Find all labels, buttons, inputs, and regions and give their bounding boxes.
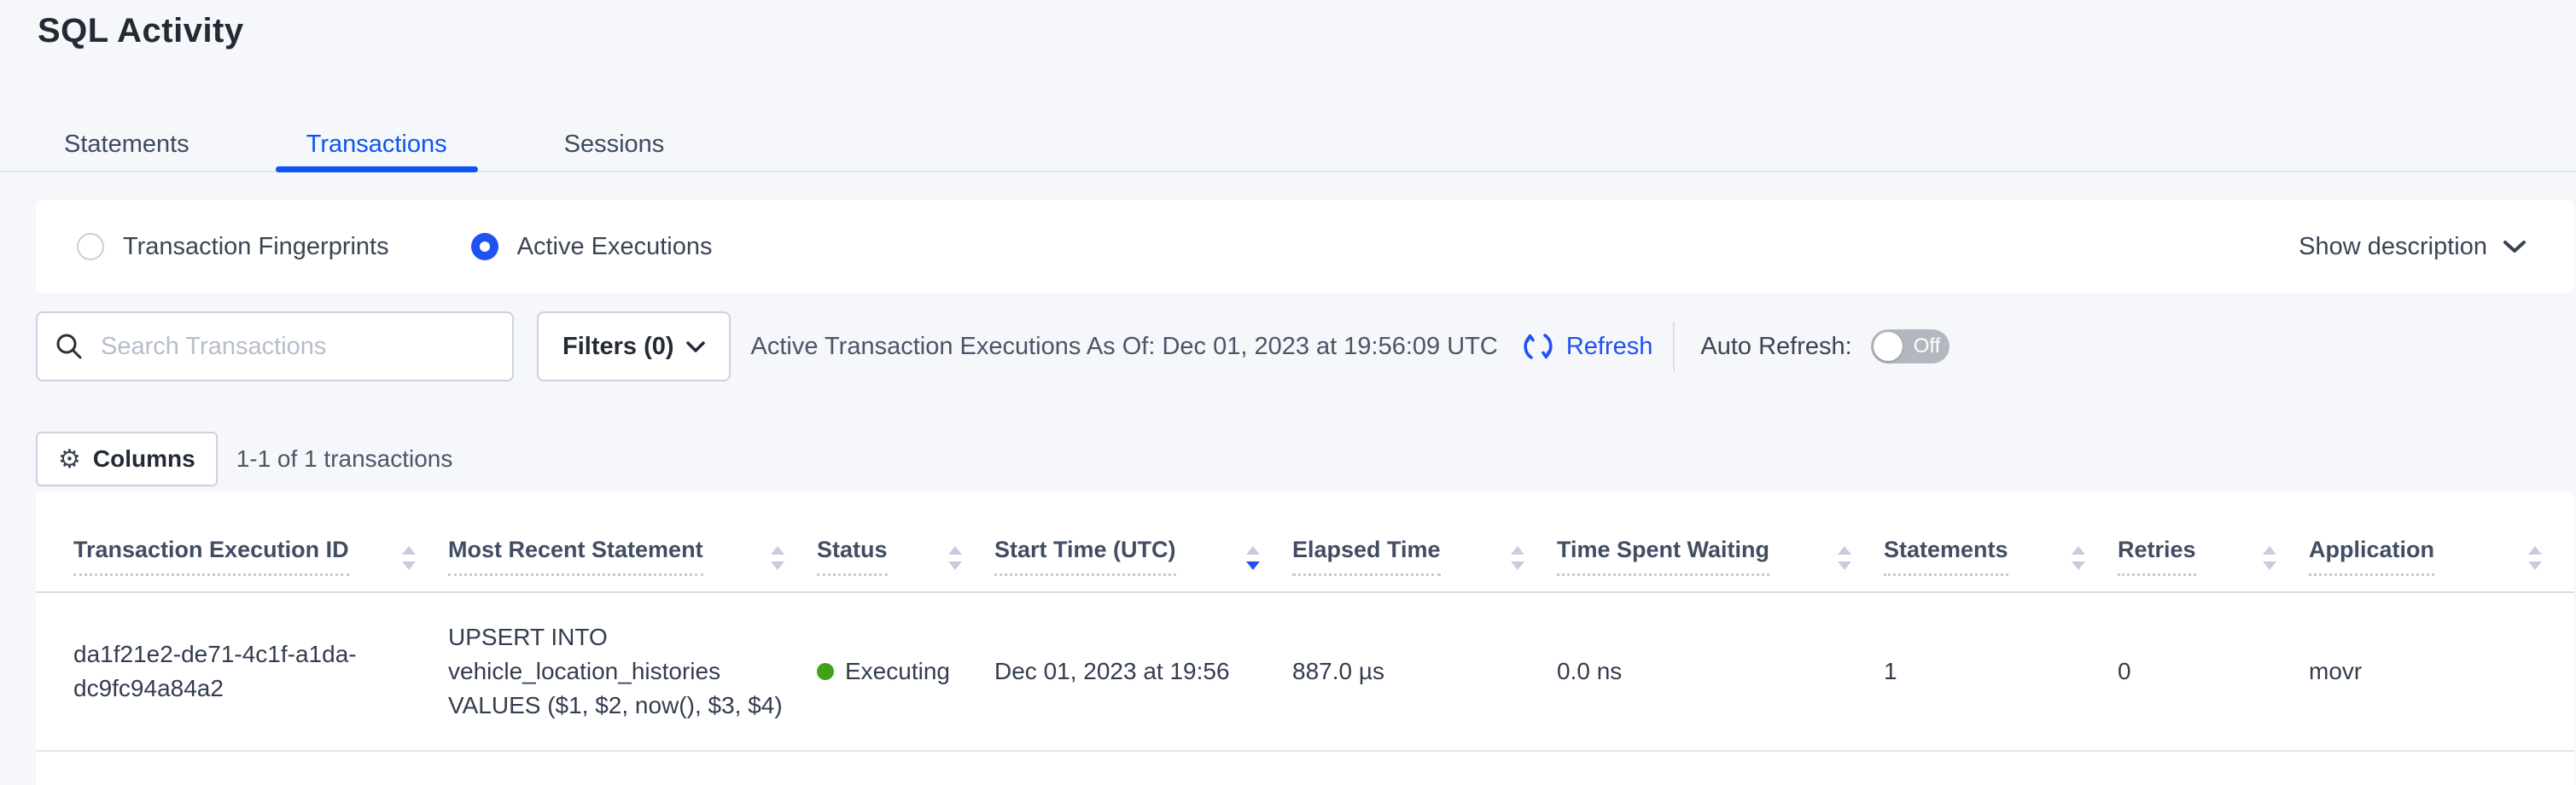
sort-icon[interactable] bbox=[2526, 545, 2544, 571]
radio-label: Active Executions bbox=[517, 233, 713, 261]
column-header-statements[interactable]: Statements bbox=[1884, 491, 2118, 592]
gear-icon: ⚙ bbox=[58, 445, 81, 474]
table-controls: ⚙ Columns 1-1 of 1 transactions bbox=[36, 431, 452, 487]
refresh-button[interactable]: Refresh bbox=[1520, 329, 1653, 364]
table-header-row: Transaction Execution ID Most Recent Sta… bbox=[36, 491, 2574, 592]
column-header-transaction-execution-id[interactable]: Transaction Execution ID bbox=[36, 491, 448, 592]
as-of-text: Active Transaction Executions As Of: Dec… bbox=[751, 333, 1498, 361]
show-description-label: Show description bbox=[2299, 233, 2487, 261]
table-row[interactable]: da1f21e2-de71-4c1f-a1da-dc9fc94a84a2 UPS… bbox=[36, 592, 2574, 751]
cell-start-time: Dec 01, 2023 at 19:56 bbox=[994, 592, 1292, 751]
page-title: SQL Activity bbox=[38, 12, 244, 50]
columns-button[interactable]: ⚙ Columns bbox=[36, 432, 218, 486]
sort-icon[interactable] bbox=[947, 545, 964, 571]
column-header-most-recent-statement[interactable]: Most Recent Statement bbox=[448, 491, 817, 592]
transactions-table: Transaction Execution ID Most Recent Sta… bbox=[36, 491, 2574, 752]
sort-icon-desc-active[interactable] bbox=[1244, 545, 1262, 571]
tab-bar: Statements Transactions Sessions bbox=[0, 118, 2576, 172]
chevron-down-icon bbox=[2503, 240, 2526, 253]
tab-sessions[interactable]: Sessions bbox=[533, 118, 696, 171]
transactions-table-card: Transaction Execution ID Most Recent Sta… bbox=[36, 491, 2574, 785]
column-header-retries[interactable]: Retries bbox=[2118, 491, 2309, 592]
cell-retries: 0 bbox=[2118, 592, 2309, 751]
radio-selected-icon[interactable] bbox=[471, 233, 498, 260]
column-header-elapsed-time[interactable]: Elapsed Time bbox=[1292, 491, 1557, 592]
columns-label: Columns bbox=[93, 445, 195, 473]
radio-active-executions[interactable]: Active Executions bbox=[471, 233, 713, 261]
view-mode-bar: Transaction Fingerprints Active Executio… bbox=[36, 200, 2574, 294]
auto-refresh-label: Auto Refresh: bbox=[1700, 333, 1851, 361]
tab-statements[interactable]: Statements bbox=[33, 118, 220, 171]
toolbar-divider bbox=[1673, 322, 1675, 371]
radio-label: Transaction Fingerprints bbox=[123, 233, 389, 261]
tab-transactions[interactable]: Transactions bbox=[276, 118, 478, 171]
cell-elapsed-time: 887.0 µs bbox=[1292, 592, 1557, 751]
sql-activity-page: SQL Activity Statements Transactions Ses… bbox=[0, 0, 2576, 785]
sort-icon[interactable] bbox=[1836, 545, 1853, 571]
radio-unselected-icon[interactable] bbox=[77, 233, 104, 260]
column-header-status[interactable]: Status bbox=[817, 491, 994, 592]
toolbar: Filters (0) Active Transaction Execution… bbox=[36, 311, 2574, 382]
cell-application: movr bbox=[2309, 592, 2574, 751]
sort-icon[interactable] bbox=[400, 545, 417, 571]
filters-button[interactable]: Filters (0) bbox=[537, 311, 731, 381]
results-count: 1-1 of 1 transactions bbox=[236, 445, 453, 473]
status-executing-dot bbox=[817, 663, 834, 680]
cell-transaction-execution-id: da1f21e2-de71-4c1f-a1da-dc9fc94a84a2 bbox=[36, 592, 448, 751]
column-header-time-spent-waiting[interactable]: Time Spent Waiting bbox=[1557, 491, 1884, 592]
chevron-down-icon bbox=[686, 341, 705, 352]
refresh-icon bbox=[1520, 329, 1556, 364]
search-icon bbox=[55, 332, 84, 361]
refresh-label: Refresh bbox=[1566, 333, 1653, 361]
column-header-application[interactable]: Application bbox=[2309, 491, 2574, 592]
filters-label: Filters (0) bbox=[562, 333, 674, 361]
search-input[interactable] bbox=[101, 333, 495, 361]
toggle-state-label: Off bbox=[1914, 334, 1941, 358]
column-header-start-time[interactable]: Start Time (UTC) bbox=[994, 491, 1292, 592]
cell-statements: 1 bbox=[1884, 592, 2118, 751]
sort-icon[interactable] bbox=[769, 545, 786, 571]
sort-icon[interactable] bbox=[2261, 545, 2278, 571]
cell-time-spent-waiting: 0.0 ns bbox=[1557, 592, 1884, 751]
cell-status: Executing bbox=[817, 592, 994, 751]
sort-icon[interactable] bbox=[2070, 545, 2087, 571]
auto-refresh-toggle[interactable]: Off bbox=[1871, 329, 1949, 363]
show-description-toggle[interactable]: Show description bbox=[2299, 233, 2526, 261]
search-input-wrapper bbox=[36, 311, 514, 381]
status-label: Executing bbox=[845, 654, 950, 689]
toggle-knob bbox=[1874, 332, 1903, 361]
radio-transaction-fingerprints[interactable]: Transaction Fingerprints bbox=[77, 233, 389, 261]
cell-most-recent-statement: UPSERT INTO vehicle_location_histories V… bbox=[448, 592, 817, 751]
sort-icon[interactable] bbox=[1509, 545, 1526, 571]
